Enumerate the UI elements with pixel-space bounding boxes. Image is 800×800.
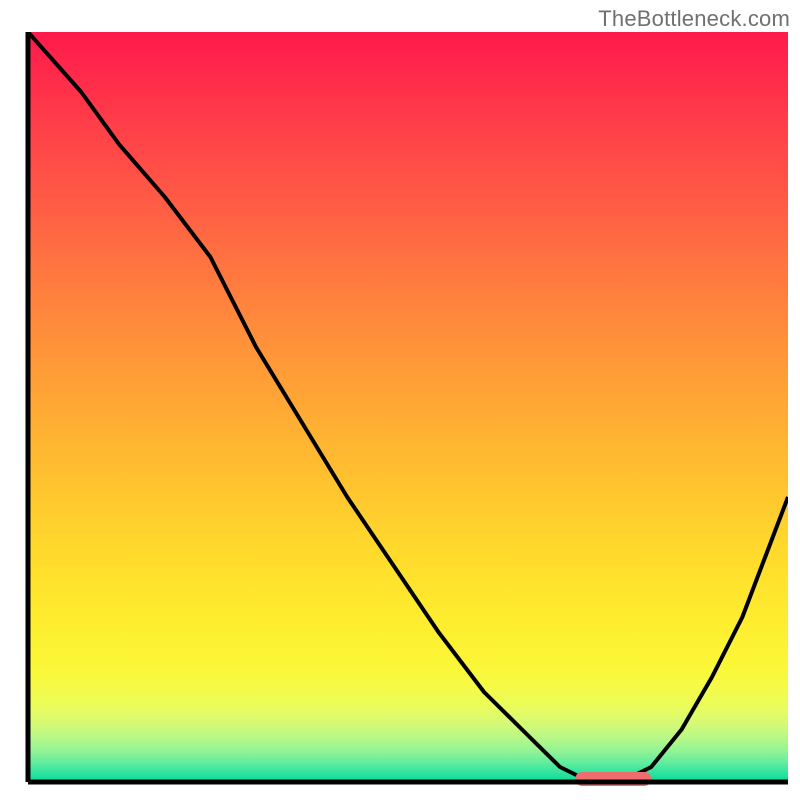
watermark-text: TheBottleneck.com	[598, 6, 790, 32]
bottleneck-chart	[0, 0, 800, 800]
chart-container: TheBottleneck.com	[0, 0, 800, 800]
gradient-background	[28, 32, 788, 782]
